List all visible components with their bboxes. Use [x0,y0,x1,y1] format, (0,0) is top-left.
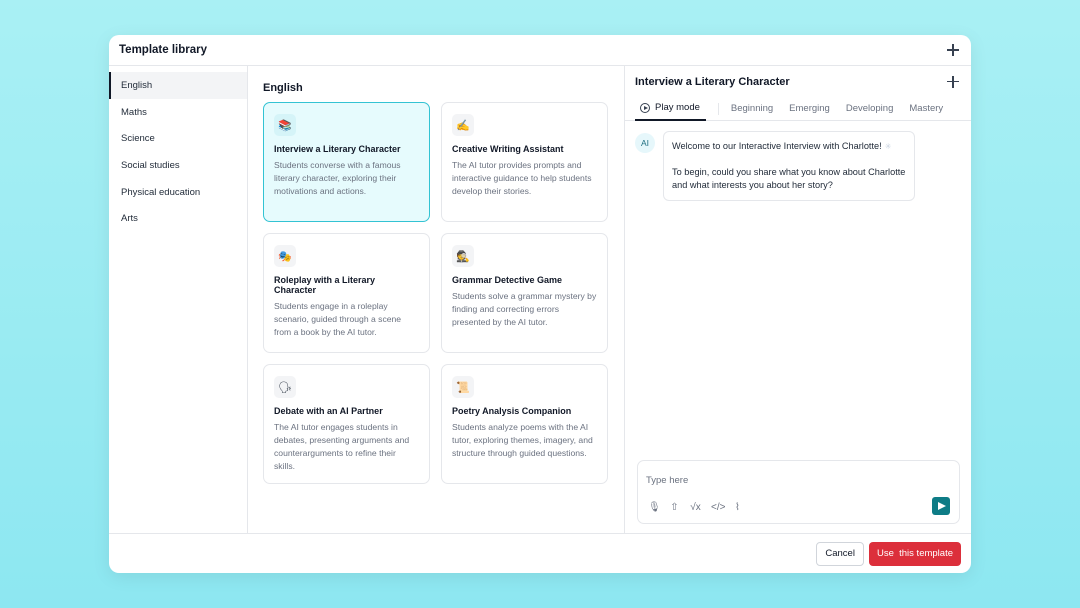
code-icon[interactable]: </> [711,502,725,513]
play-icon [640,102,650,113]
card-description: Students engage in a roleplay scenario, … [274,301,402,337]
modal-body: English Maths Science Social studies Phy… [109,66,971,533]
upload-icon[interactable]: ⇧ [669,502,680,513]
card-title: Creative Writing Assistant [452,144,564,154]
card-title: Roleplay with a Literary Character [274,275,376,295]
template-grid: 📚 Interview a Literary Character Student… [263,102,608,484]
tab-divider [717,102,719,115]
chat-thread: AI Welcome to our Interactive Interview … [625,121,971,211]
template-list: English 📚 Interview a Literary Character… [248,66,625,533]
sidebar-item-physical-education[interactable]: Physical education [109,179,247,206]
message-input[interactable] [646,475,951,486]
add-icon[interactable] [945,42,961,58]
tab-mastery[interactable]: Mastery [909,97,943,121]
composer-toolbar: 🎙︎ ⇧ √x </> ⌇ [648,502,753,513]
modal-footer: Cancel Use this template [109,533,971,573]
template-card-creative-writing[interactable]: ✍ Creative Writing Assistant The AI tuto… [441,102,608,222]
tab-developing[interactable]: Developing [846,97,894,121]
ai-message: Welcome to our Interactive Interview wit… [663,131,915,201]
card-description: The AI tutor provides prompts and intera… [452,160,592,196]
card-description: The AI tutor engages students in debates… [274,422,410,471]
sidebar-item-english[interactable]: English [109,72,247,99]
section-heading: English [263,82,303,94]
books-icon: 📚 [274,114,296,136]
template-card-debate[interactable]: 🗣 Debate with an AI Partner The AI tutor… [263,364,430,484]
message-line: Welcome to our Interactive Interview wit… [672,141,882,151]
formula-icon[interactable]: √x [690,502,701,513]
template-card-grammar-detective[interactable]: 🕵 Grammar Detective Game Students solve … [441,233,608,353]
sparkle-icon: ✳ [884,142,892,151]
tab-emerging[interactable]: Emerging [789,97,830,121]
tab-beginning[interactable]: Beginning [731,97,773,121]
card-title: Debate with an AI Partner [274,406,383,416]
send-button[interactable] [932,497,950,515]
template-card-interview[interactable]: 📚 Interview a Literary Character Student… [263,102,430,222]
template-library-modal: Template library English Maths Science S… [109,35,971,573]
sidebar-item-social-studies[interactable]: Social studies [109,152,247,179]
modal-header: Template library [109,35,971,66]
preview-title: Interview a Literary Character [635,75,790,88]
tab-play-mode[interactable]: Play mode [635,97,706,121]
detective-icon: 🕵 [452,245,474,267]
writing-hand-icon: ✍ [452,114,474,136]
microphone-icon[interactable]: 🎙︎ [648,502,661,513]
template-card-poetry[interactable]: 📜 Poetry Analysis Companion Students ana… [441,364,608,484]
cancel-button[interactable]: Cancel [816,541,864,566]
preview-panel: Interview a Literary Character Play mode… [625,66,971,533]
tab-label: Play mode [655,102,700,113]
add-icon[interactable] [945,74,961,90]
template-card-roleplay[interactable]: 🎭 Roleplay with a Literary Character Stu… [263,233,430,353]
message-composer: 🎙︎ ⇧ √x </> ⌇ [637,460,960,524]
card-description: Students converse with a famous literary… [274,160,401,196]
chart-icon[interactable]: ⌇ [732,502,743,513]
card-description: Students solve a grammar mystery by find… [452,291,597,327]
modal-title: Template library [119,44,207,56]
card-title: Interview a Literary Character [274,144,401,154]
card-title: Poetry Analysis Companion [452,406,572,416]
level-tabs: Play mode Beginning Emerging Developing … [625,97,971,121]
card-title: Grammar Detective Game [452,275,563,285]
message-line: To begin, could you share what you know … [672,167,906,190]
speaking-head-icon: 🗣 [274,376,296,398]
scroll-icon: 📜 [452,376,474,398]
preview-header: Interview a Literary Character [625,66,971,97]
use-template-button[interactable]: Use this template [868,541,961,566]
sidebar-item-arts[interactable]: Arts [109,205,247,232]
ai-avatar: AI [635,133,655,153]
sidebar-item-maths[interactable]: Maths [109,99,247,126]
card-description: Students analyze poems with the AI tutor… [452,422,593,458]
subject-sidebar: English Maths Science Social studies Phy… [109,66,248,533]
sidebar-item-science[interactable]: Science [109,125,247,152]
theater-masks-icon: 🎭 [274,245,296,267]
